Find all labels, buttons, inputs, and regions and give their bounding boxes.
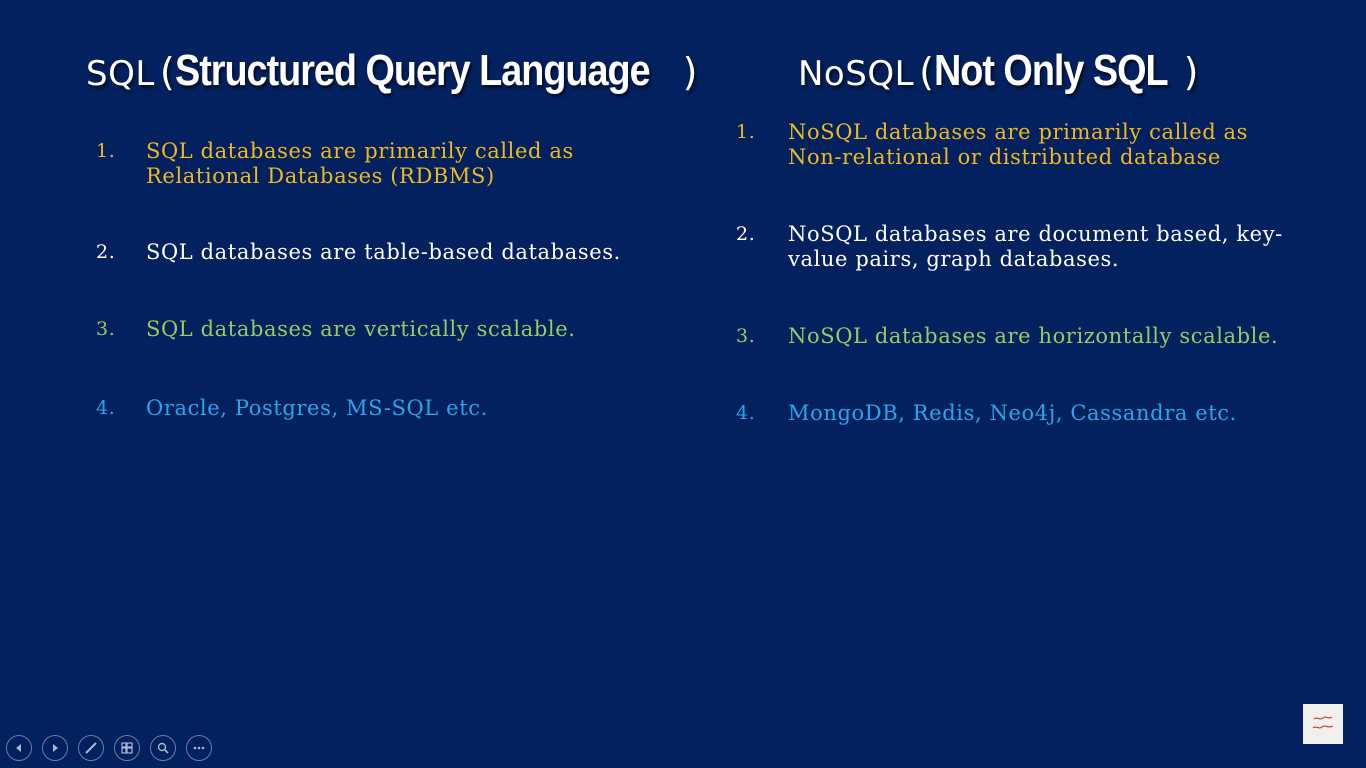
sql-item-4-number: 4.: [96, 397, 116, 419]
zoom-button[interactable]: [150, 735, 176, 761]
nosql-item-2-number: 2.: [736, 223, 756, 245]
nosql-item-4-number: 4.: [736, 402, 756, 424]
sql-item-3-number: 3.: [96, 318, 116, 340]
nosql-item-4-text: MongoDB, Redis, Neo4j, Cassandra etc.: [788, 401, 1237, 425]
nosql-title-paren-close: ): [1183, 50, 1199, 94]
sql-item-1-number: 1.: [96, 140, 116, 162]
logo-icon: [1312, 716, 1334, 729]
nosql-item-1-text: NoSQL databases are primarily called as …: [788, 120, 1249, 169]
slides-icon: [121, 742, 133, 754]
sql-item-2-text: SQL databases are table-based databases.: [146, 240, 621, 264]
sql-title-abbrev: SQL: [86, 54, 155, 94]
sql-item-4-text: Oracle, Postgres, MS-SQL etc.: [146, 396, 488, 420]
nosql-item-1-number: 1.: [736, 121, 756, 143]
pen-tool-button[interactable]: [78, 735, 104, 761]
nosql-title-full: Not Only SQL: [933, 46, 1169, 95]
previous-slide-button[interactable]: [6, 735, 32, 761]
previous-icon: [16, 744, 21, 752]
sql-title-paren-close: ): [682, 50, 698, 94]
sql-item-2-number: 2.: [96, 241, 116, 263]
channel-logo: [1303, 704, 1343, 744]
next-slide-button[interactable]: [42, 735, 68, 761]
sql-title: SQL (Structured Query Language): [86, 46, 697, 96]
sql-item-3-text: SQL databases are vertically scalable.: [146, 317, 576, 341]
sql-title-full: Structured Query Language: [174, 46, 651, 95]
nosql-item-3-text: NoSQL databases are horizontally scalabl…: [788, 324, 1279, 348]
sql-title-paren-open: (: [159, 50, 175, 94]
pen-icon: [85, 742, 97, 754]
nosql-title-abbrev: NoSQL: [798, 54, 915, 94]
zoom-icon: [157, 742, 169, 754]
see-all-slides-button[interactable]: [114, 735, 140, 761]
next-icon: [53, 744, 58, 752]
more-icon: [193, 746, 205, 750]
nosql-title: NoSQL (Not Only SQL): [798, 46, 1198, 96]
more-options-button[interactable]: [186, 735, 212, 761]
nosql-item-3-number: 3.: [736, 325, 756, 347]
presentation-slide: SQL (Structured Query Language) 1. SQL d…: [0, 0, 1366, 768]
presenter-toolbar: [6, 735, 212, 761]
sql-item-1-text: SQL databases are primarily called as Re…: [146, 139, 574, 188]
nosql-item-2-text: NoSQL databases are document based, key-…: [788, 222, 1283, 271]
nosql-title-paren-open: (: [919, 50, 934, 94]
